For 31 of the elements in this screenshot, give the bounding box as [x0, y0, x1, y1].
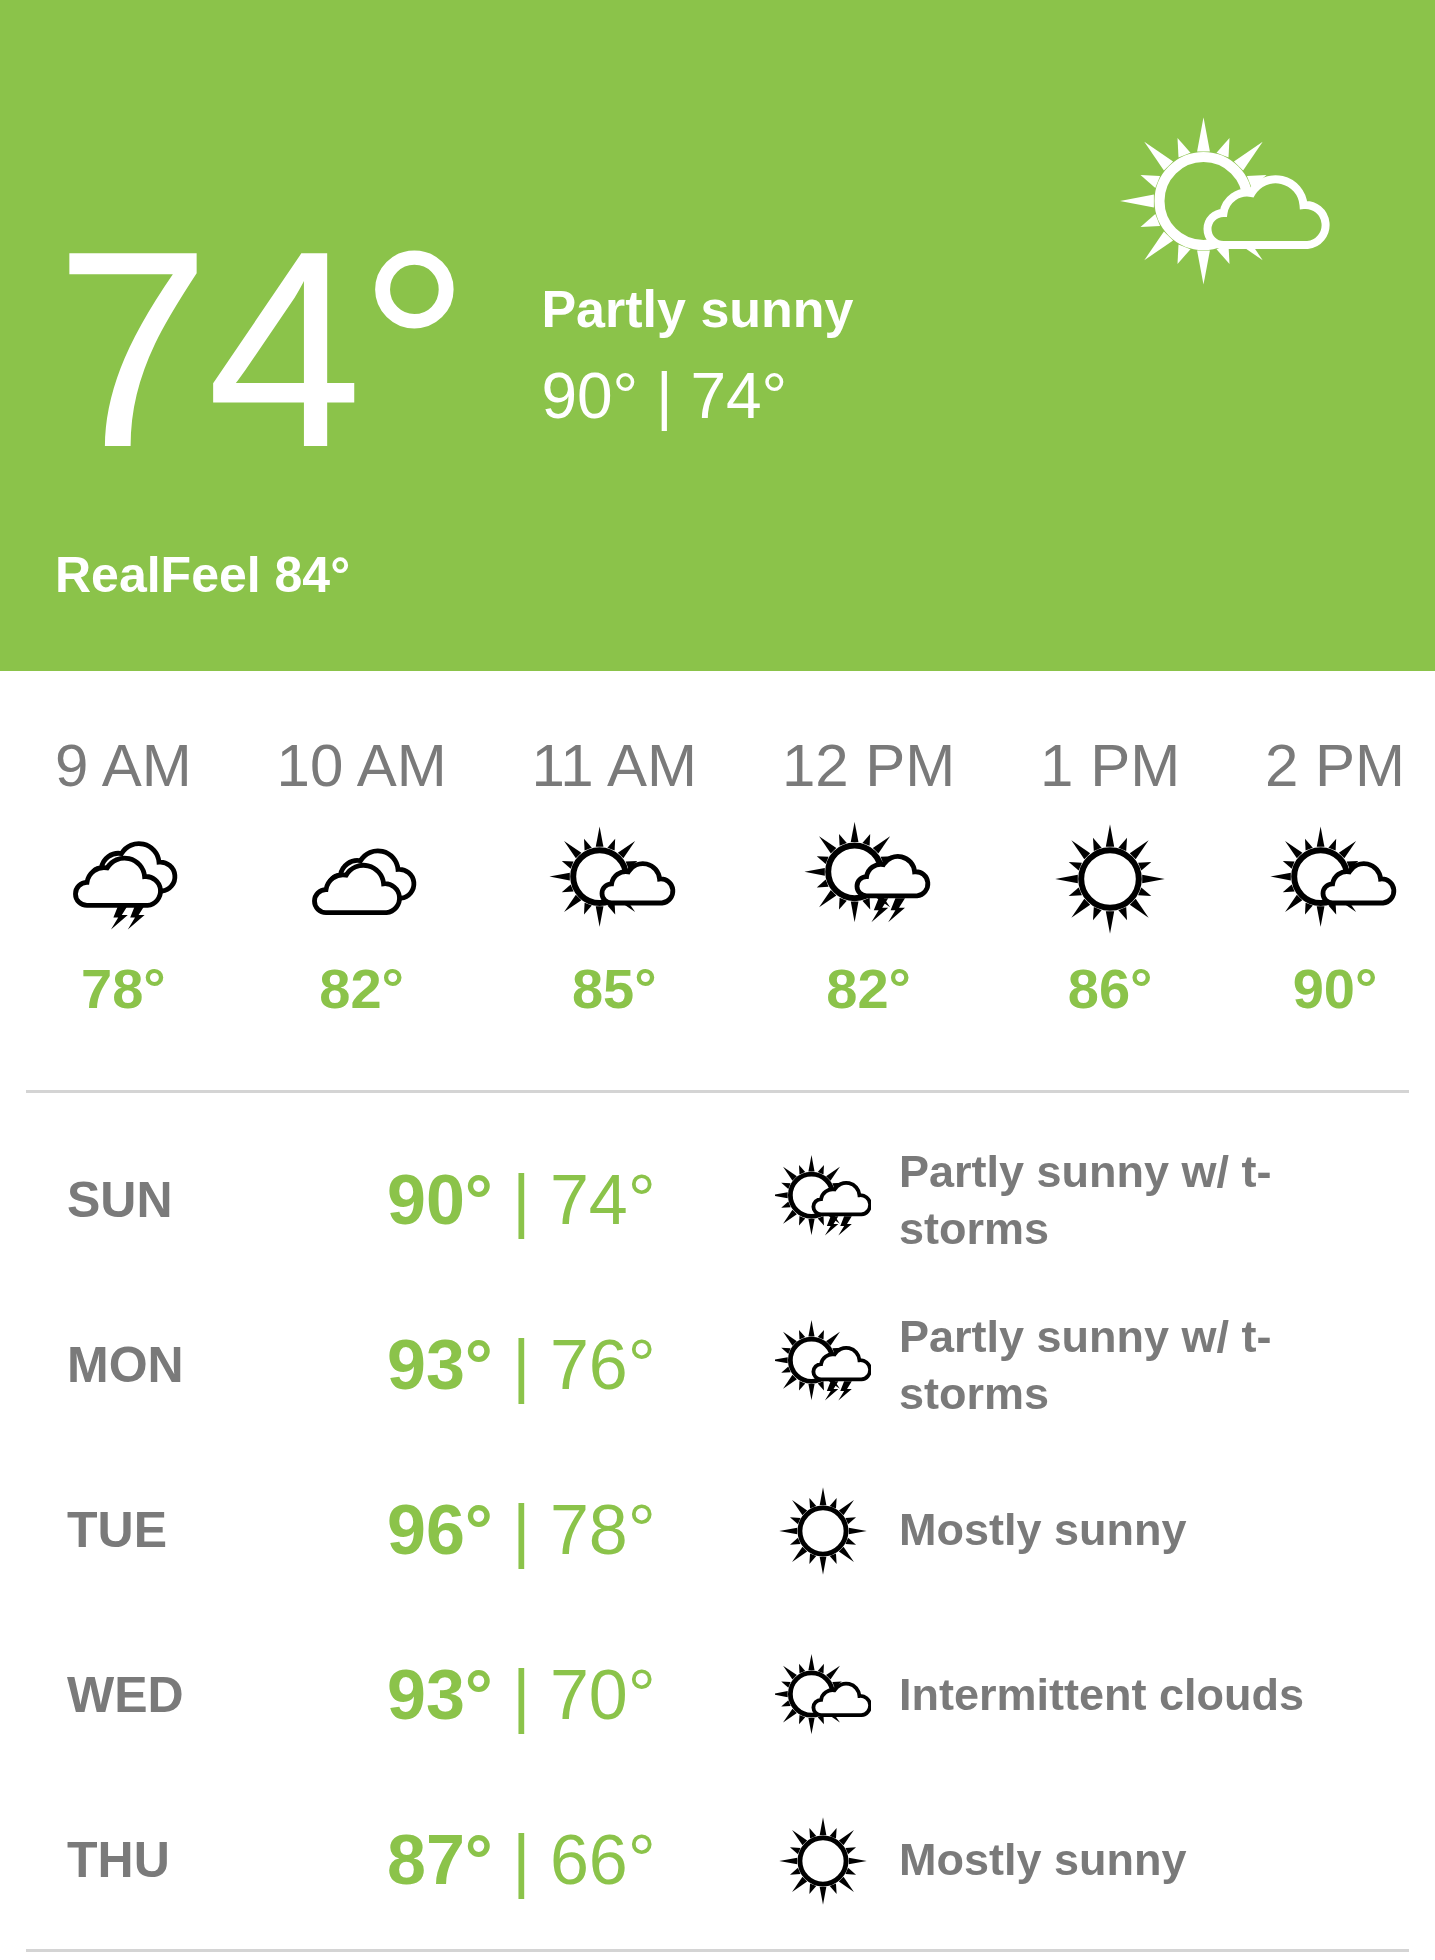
forecast-description: Intermittent clouds	[899, 1668, 1306, 1723]
high-low-text: 93° | 70°	[387, 1655, 657, 1736]
hour-label: 2 PM	[1264, 731, 1405, 801]
realfeel-text: RealFeel 84°	[55, 547, 351, 603]
day-label: TUE	[67, 1501, 168, 1560]
high-low-text: 90° | 74°	[387, 1160, 657, 1241]
hour-temperature: 82°	[319, 956, 404, 1022]
hour-label: 1 PM	[1040, 731, 1181, 801]
hour-label: 10 AM	[276, 731, 447, 801]
high-low-text: 87° | 66°	[387, 1820, 657, 1901]
condition-text: Partly sunny	[541, 279, 854, 340]
day-label: THU	[67, 1831, 171, 1890]
hour-label: 12 PM	[781, 731, 956, 801]
hour-temperature: 90°	[1292, 956, 1378, 1022]
high-low-text: 93° | 76°	[387, 1325, 657, 1406]
forecast-description: Partly sunny w/ t-storms	[899, 1145, 1273, 1256]
hour-temperature: 78°	[81, 956, 166, 1022]
day-label: WED	[67, 1666, 185, 1725]
hour-label: 11 AM	[531, 731, 698, 801]
hour-label: 9 AM	[55, 731, 192, 801]
day-label: SUN	[67, 1171, 174, 1230]
forecast-description: Mostly sunny	[899, 1833, 1188, 1888]
day-label: MON	[67, 1336, 185, 1395]
hour-temperature: 85°	[571, 956, 657, 1022]
forecast-description: Partly sunny w/ t-storms	[899, 1310, 1273, 1421]
high-low-text: 96° | 78°	[387, 1490, 657, 1571]
hour-temperature: 82°	[826, 956, 911, 1022]
forecast-description: Mostly sunny	[899, 1503, 1188, 1558]
current-temperature: 74°	[55, 230, 467, 468]
high-low-text: 90° | 74°	[541, 359, 789, 434]
hour-temperature: 86°	[1067, 956, 1153, 1022]
